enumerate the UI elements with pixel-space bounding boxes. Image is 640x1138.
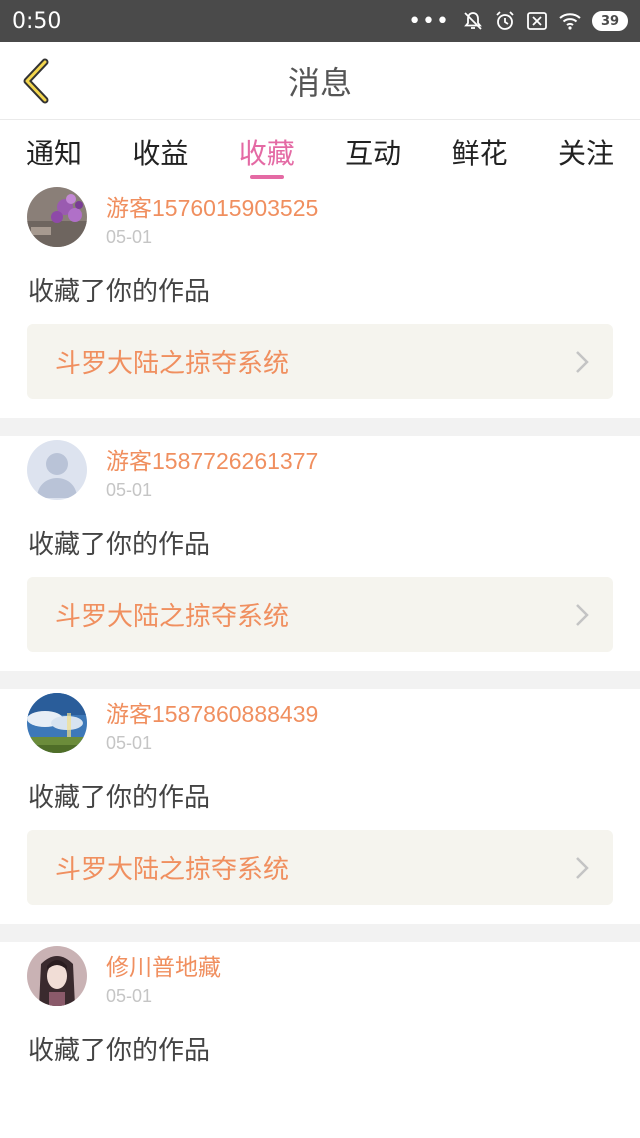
username[interactable]: 游客1576015903525: [106, 189, 318, 223]
status-icons: ••• 39: [408, 9, 628, 34]
flowers-avatar-image: [27, 187, 87, 247]
chevron-right-icon: [576, 350, 589, 373]
back-button[interactable]: [14, 56, 58, 106]
character-avatar-image: [27, 946, 87, 1006]
action-text: 收藏了你的作品: [28, 1036, 211, 1066]
list-item: 游客1576015903525 05-01 收藏了你的作品 斗罗大陆之掠夺系统: [0, 183, 640, 418]
tab-favorites[interactable]: 收藏: [239, 121, 295, 183]
tab-earnings[interactable]: 收益: [132, 121, 188, 183]
action-text: 收藏了你的作品: [28, 783, 211, 813]
chevron-left-icon: [23, 58, 49, 104]
battery-level: 39: [592, 11, 628, 31]
work-title: 斗罗大陆之掠夺系统: [55, 602, 290, 632]
work-title: 斗罗大陆之掠夺系统: [55, 855, 290, 885]
default-avatar-image: [27, 440, 87, 500]
avatar[interactable]: [27, 187, 87, 247]
work-title: 斗罗大陆之掠夺系统: [55, 349, 290, 379]
chevron-right-icon: [576, 603, 589, 626]
tab-follows[interactable]: 关注: [558, 121, 614, 183]
wifi-icon: [558, 11, 582, 31]
tab-bar: 通知 收益 收藏 互动 鲜花 关注: [0, 121, 640, 183]
alarm-icon: [494, 10, 516, 32]
date: 05-01: [106, 227, 153, 247]
page-title: 消息: [287, 64, 352, 102]
chevron-right-icon: [576, 856, 589, 879]
work-link[interactable]: 斗罗大陆之掠夺系统: [27, 577, 613, 652]
avatar[interactable]: [27, 440, 87, 500]
avatar[interactable]: [27, 946, 87, 1006]
work-link[interactable]: 斗罗大陆之掠夺系统: [27, 830, 613, 905]
username[interactable]: 修川普地藏: [106, 948, 221, 982]
date: 05-01: [106, 733, 153, 753]
list-item: 游客1587726261377 05-01 收藏了你的作品 斗罗大陆之掠夺系统: [0, 436, 640, 671]
username[interactable]: 游客1587860888439: [106, 695, 318, 729]
header: 消息: [0, 42, 640, 120]
battery-icon: 39: [592, 11, 628, 31]
avatar[interactable]: [27, 693, 87, 753]
status-bar: 0:50 ••• 39: [0, 0, 640, 42]
username[interactable]: 游客1587726261377: [106, 442, 318, 476]
date: 05-01: [106, 480, 153, 500]
work-link[interactable]: 斗罗大陆之掠夺系统: [27, 324, 613, 399]
sim-off-icon: [526, 11, 548, 31]
more-dots: •••: [408, 8, 450, 34]
action-text: 收藏了你的作品: [28, 530, 211, 560]
tab-notifications[interactable]: 通知: [26, 121, 82, 183]
tab-flowers[interactable]: 鲜花: [452, 121, 508, 183]
date: 05-01: [106, 986, 153, 1006]
action-text: 收藏了你的作品: [28, 277, 211, 307]
tab-interactions[interactable]: 互动: [345, 121, 401, 183]
status-time: 0:50: [12, 8, 62, 34]
list-item: 游客1587860888439 05-01 收藏了你的作品 斗罗大陆之掠夺系统: [0, 689, 640, 924]
list-item: 修川普地藏 05-01 收藏了你的作品: [0, 942, 640, 1138]
active-tab-indicator: [249, 175, 284, 179]
message-feed[interactable]: 游客1576015903525 05-01 收藏了你的作品 斗罗大陆之掠夺系统 …: [0, 183, 640, 1138]
landscape-avatar-image: [27, 693, 87, 753]
bell-off-icon: [462, 10, 484, 32]
